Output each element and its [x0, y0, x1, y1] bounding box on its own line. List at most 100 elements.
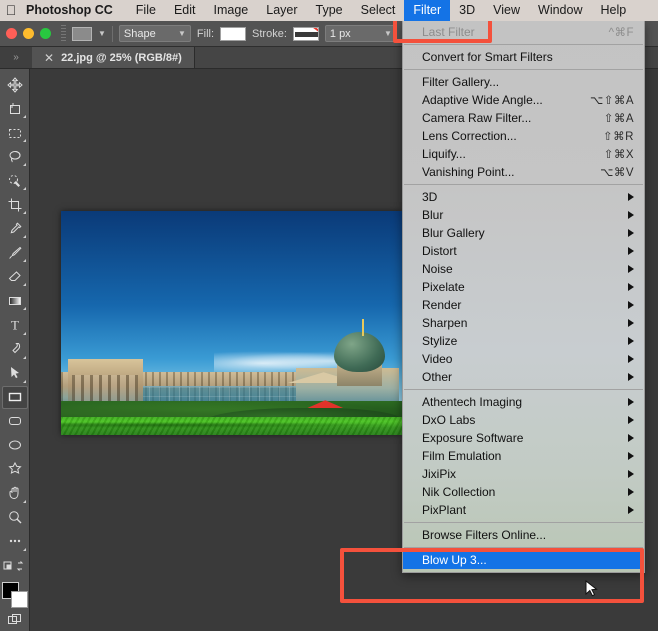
move-tool[interactable]	[2, 73, 28, 96]
menu-item-vanishing-point[interactable]: Vanishing Point... ⌥⌘V	[403, 163, 644, 181]
type-tool[interactable]: T	[2, 313, 28, 336]
menu-item-pixplant[interactable]: PixPlant	[403, 501, 644, 519]
submenu-arrow-icon	[628, 355, 634, 363]
zoom-tool[interactable]	[2, 506, 28, 529]
menu-item-other[interactable]: Other	[403, 368, 644, 386]
menu-filter[interactable]: Filter	[404, 0, 451, 21]
tool-expand-corner-icon	[22, 499, 26, 503]
lasso-tool[interactable]	[2, 145, 28, 168]
hand-tool[interactable]	[2, 482, 28, 505]
menu-photoshop-cc[interactable]: Photoshop CC	[22, 0, 127, 21]
pen-tool[interactable]	[2, 338, 28, 361]
document-tab[interactable]: ✕ 22.jpg @ 25% (RGB/8#)	[32, 47, 195, 68]
menu-item-filter-gallery[interactable]: Filter Gallery...	[403, 73, 644, 91]
menu-item-lens-correction[interactable]: Lens Correction... ⇧⌘R	[403, 127, 644, 145]
menu-item-label: PixPlant	[422, 503, 467, 517]
eyedropper-tool[interactable]	[2, 217, 28, 240]
gradient-tool[interactable]	[2, 289, 28, 312]
maximize-window-button[interactable]	[40, 28, 51, 39]
artboard-tool[interactable]	[2, 97, 28, 120]
fill-color-swatch[interactable]	[220, 26, 247, 41]
tool-preset-chevron-icon[interactable]: ▼	[98, 29, 106, 38]
stroke-label: Stroke:	[252, 27, 287, 40]
menu-separator	[404, 547, 643, 548]
screen-mode-icon[interactable]	[2, 608, 28, 631]
menu-3d[interactable]: 3D	[450, 0, 484, 21]
menu-item-sharpen[interactable]: Sharpen	[403, 314, 644, 332]
menu-item-nik-collection[interactable]: Nik Collection	[403, 483, 644, 501]
close-window-button[interactable]	[6, 28, 17, 39]
menu-item-dxo-labs[interactable]: DxO Labs	[403, 411, 644, 429]
menu-item-pixelate[interactable]: Pixelate	[403, 278, 644, 296]
menu-item-liquify[interactable]: Liquify... ⇧⌘X	[403, 145, 644, 163]
menu-item-stylize[interactable]: Stylize	[403, 332, 644, 350]
menu-item-adaptive-wide-angle[interactable]: Adaptive Wide Angle... ⌥⇧⌘A	[403, 91, 644, 109]
menu-select[interactable]: Select	[352, 0, 405, 21]
close-icon[interactable]: ✕	[44, 51, 54, 65]
custom-shape-tool[interactable]	[2, 458, 28, 481]
document-canvas[interactable]	[61, 211, 402, 435]
apple-logo-icon[interactable]: 	[0, 3, 22, 19]
tool-preset-icon[interactable]	[72, 26, 92, 41]
path-selection-tool[interactable]	[2, 362, 28, 385]
tool-expand-corner-icon	[22, 187, 26, 191]
menu-item-render[interactable]: Render	[403, 296, 644, 314]
menu-item-browse-filters-online[interactable]: Browse Filters Online...	[403, 526, 644, 544]
menu-item-video[interactable]: Video	[403, 350, 644, 368]
menu-type[interactable]: Type	[307, 0, 352, 21]
eraser-tool[interactable]	[2, 265, 28, 288]
svg-text:T: T	[11, 317, 19, 332]
menu-item-distort[interactable]: Distort	[403, 242, 644, 260]
ellipse-tool[interactable]	[2, 434, 28, 457]
menu-separator	[404, 522, 643, 523]
filter-dropdown-menu[interactable]: Last Filter ^⌘F Convert for Smart Filters F…	[402, 21, 645, 573]
menu-item-label: Liquify...	[422, 147, 466, 161]
menu-item-blow-up-3[interactable]: Blow Up 3...	[403, 551, 644, 569]
submenu-arrow-icon	[628, 488, 634, 496]
background-color-swatch[interactable]	[10, 591, 28, 609]
minimize-window-button[interactable]	[23, 28, 34, 39]
rounded-rectangle-tool[interactable]	[2, 410, 28, 433]
submenu-arrow-icon	[628, 470, 634, 478]
menu-separator	[404, 69, 643, 70]
photo-dome	[333, 331, 385, 373]
submenu-arrow-icon	[628, 506, 634, 514]
quick-selection-tool[interactable]	[2, 169, 28, 192]
menu-item-blur[interactable]: Blur	[403, 206, 644, 224]
menu-help[interactable]: Help	[592, 0, 636, 21]
expand-panels-button[interactable]: »	[0, 47, 32, 68]
menu-item-jixipix[interactable]: JixiPix	[403, 465, 644, 483]
shape-mode-select[interactable]: Shape ▼	[118, 25, 191, 42]
color-swatches[interactable]	[1, 582, 28, 609]
stroke-width-select[interactable]: 1 px ▼	[324, 25, 397, 42]
rectangular-marquee-tool[interactable]	[2, 121, 28, 144]
menu-item-blur-gallery[interactable]: Blur Gallery	[403, 224, 644, 242]
submenu-arrow-icon	[628, 247, 634, 255]
menu-item-camera-raw-filter[interactable]: Camera Raw Filter... ⇧⌘A	[403, 109, 644, 127]
tool-expand-corner-icon	[22, 283, 26, 287]
submenu-arrow-icon	[628, 416, 634, 424]
menu-item-athentech-imaging[interactable]: Athentech Imaging	[403, 393, 644, 411]
menu-item-3d[interactable]: 3D	[403, 188, 644, 206]
menu-item-exposure-software[interactable]: Exposure Software	[403, 429, 644, 447]
submenu-arrow-icon	[628, 373, 634, 381]
menu-file[interactable]: File	[127, 0, 165, 21]
menu-view[interactable]: View	[484, 0, 529, 21]
menu-image[interactable]: Image	[205, 0, 258, 21]
menu-layer[interactable]: Layer	[257, 0, 306, 21]
menu-edit[interactable]: Edit	[165, 0, 205, 21]
brush-tool[interactable]	[2, 241, 28, 264]
rectangle-tool[interactable]	[1, 385, 28, 409]
crop-tool[interactable]	[2, 193, 28, 216]
submenu-arrow-icon	[628, 301, 634, 309]
menu-item-noise[interactable]: Noise	[403, 260, 644, 278]
menu-window[interactable]: Window	[529, 0, 591, 21]
quick-mask-and-swap-icons[interactable]	[2, 554, 28, 577]
options-bar-grip[interactable]	[61, 24, 66, 43]
more-tools[interactable]	[2, 530, 28, 553]
shape-mode-value: Shape	[123, 27, 156, 40]
menu-item-convert-for-smart-filters[interactable]: Convert for Smart Filters	[403, 48, 644, 66]
submenu-arrow-icon	[628, 193, 634, 201]
menu-item-film-emulation[interactable]: Film Emulation	[403, 447, 644, 465]
stroke-color-swatch[interactable]	[292, 26, 319, 41]
